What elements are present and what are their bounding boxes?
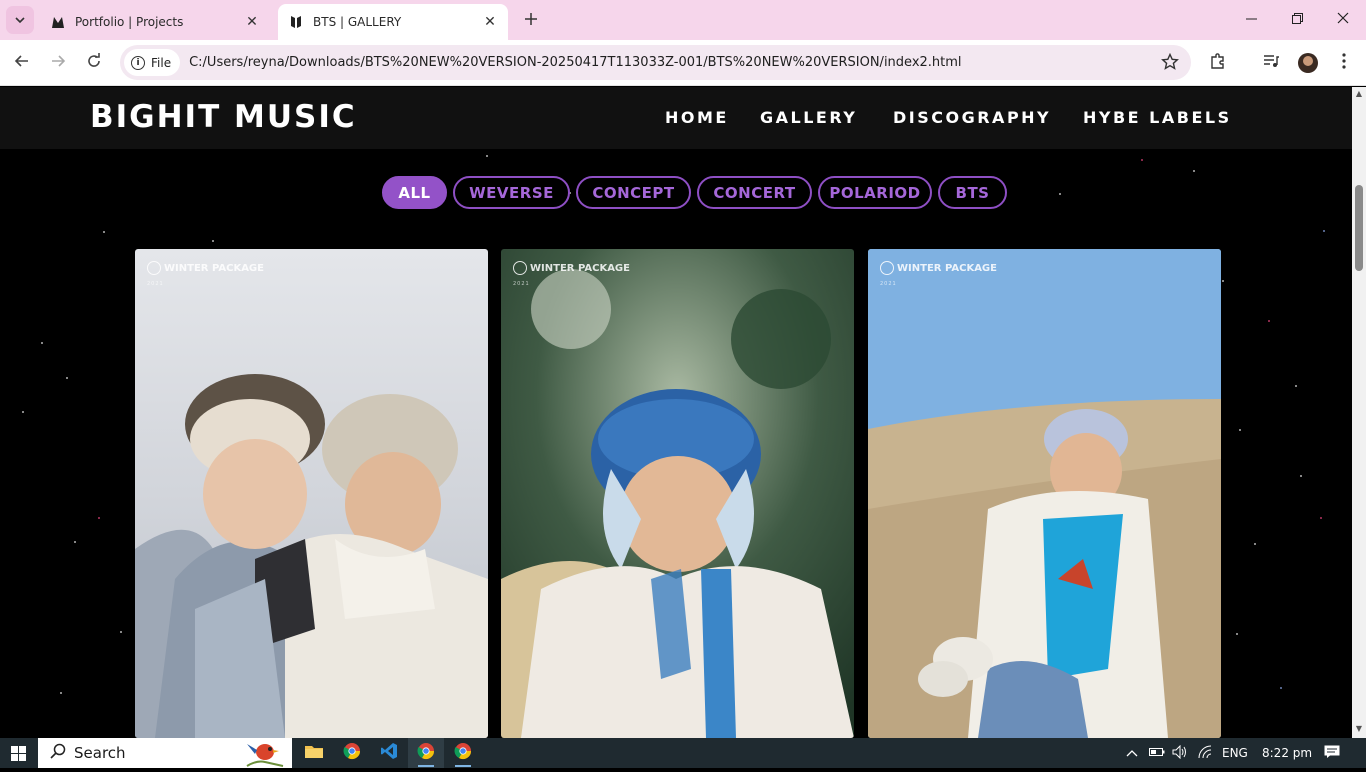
- nav-home[interactable]: HOME: [665, 108, 729, 127]
- filter-concert-button[interactable]: CONCERT: [697, 176, 812, 209]
- watermark-winter-package: WINTER PACKAGE 2021: [513, 261, 630, 287]
- browser-toolbar: i File C:/Users/reyna/Downloads/BTS%20NE…: [0, 40, 1366, 86]
- winter-photo-forest: [501, 249, 854, 738]
- tab-title: Portfolio | Projects: [75, 15, 184, 29]
- tab-title: BTS | GALLERY: [313, 15, 402, 29]
- address-bar[interactable]: i File C:/Users/reyna/Downloads/BTS%20NE…: [120, 45, 1191, 80]
- watermark-winter-package: WINTER PACKAGE 2021: [147, 261, 264, 287]
- more-vertical-icon: [1342, 53, 1346, 73]
- scroll-down-arrow-icon[interactable]: ▼: [1355, 724, 1363, 733]
- puzzle-icon: [1209, 52, 1227, 74]
- taskbar-vscode[interactable]: [371, 738, 407, 768]
- browser-menu-button[interactable]: [1332, 51, 1356, 75]
- minimize-icon: [1245, 12, 1257, 28]
- taskbar-chrome-profile-1[interactable]: [408, 738, 444, 768]
- folder-icon: [304, 743, 324, 763]
- site-header: BIGHIT MUSIC HOME GALLERY DISCOGRAPHY HY…: [0, 87, 1352, 149]
- url-text[interactable]: C:/Users/reyna/Downloads/BTS%20NEW%20VER…: [189, 55, 961, 70]
- gallery-card[interactable]: WINTER PACKAGE 2021: [501, 249, 854, 738]
- info-icon: i: [131, 55, 145, 70]
- filter-concept-button[interactable]: CONCEPT: [576, 176, 691, 209]
- plus-icon: [524, 10, 538, 31]
- chevron-up-icon: [1126, 746, 1138, 760]
- gallery-card[interactable]: WINTER PACKAGE 2021: [135, 249, 488, 738]
- windows-taskbar: Search ENG 8:22 pm: [0, 738, 1366, 768]
- tab-bts-gallery[interactable]: BTS | GALLERY ✕: [278, 4, 508, 40]
- reload-icon: [86, 53, 102, 73]
- tab-portfolio[interactable]: Portfolio | Projects ✕: [40, 4, 270, 40]
- wifi-icon: [1198, 745, 1214, 762]
- windows-start-icon[interactable]: [11, 746, 26, 761]
- filter-bts-button[interactable]: BTS: [938, 176, 1007, 209]
- avatar: [1298, 53, 1318, 73]
- restore-button[interactable]: [1274, 0, 1320, 40]
- browser-tab-bar: Portfolio | Projects ✕ BTS | GALLERY ✕: [0, 0, 1366, 40]
- speaker-icon: [1172, 744, 1188, 762]
- extensions-button[interactable]: [1206, 51, 1230, 75]
- network-button[interactable]: [1198, 738, 1214, 768]
- new-tab-button[interactable]: [520, 9, 542, 31]
- battery-button[interactable]: [1149, 738, 1165, 768]
- search-highlight-bird-icon: [243, 740, 289, 772]
- tab-favicon-icon: [50, 14, 66, 30]
- back-button[interactable]: [10, 51, 34, 75]
- nav-discography[interactable]: DISCOGRAPHY: [893, 108, 1051, 127]
- scroll-up-arrow-icon[interactable]: ▲: [1355, 89, 1363, 98]
- close-icon: [1337, 12, 1349, 28]
- tab-favicon-icon: [288, 14, 304, 30]
- gallery-card[interactable]: WINTER PACKAGE 2021: [868, 249, 1221, 738]
- close-tab-icon[interactable]: ✕: [244, 14, 260, 30]
- chrome-icon: [343, 742, 361, 764]
- vscode-icon: [380, 742, 398, 764]
- tab-search-button[interactable]: [6, 6, 34, 34]
- taskbar-search-label: Search: [74, 744, 126, 762]
- profile-button[interactable]: [1296, 51, 1320, 75]
- chrome-icon: [417, 742, 435, 764]
- restore-icon: [1291, 12, 1303, 28]
- search-icon: [50, 743, 66, 763]
- volume-button[interactable]: [1172, 738, 1188, 768]
- taskbar-chrome-profile-2[interactable]: [445, 738, 481, 768]
- nav-gallery[interactable]: GALLERY: [760, 108, 857, 127]
- reload-button[interactable]: [82, 51, 106, 75]
- minimize-button[interactable]: [1228, 0, 1274, 40]
- gallery-filter-bar: ALL WEVERSE CONCEPT CONCERT POLARIOD BTS: [0, 176, 1352, 210]
- arrow-left-icon: [14, 53, 30, 73]
- battery-icon: [1149, 746, 1165, 760]
- nav-hybe-labels[interactable]: HYBE LABELS: [1083, 108, 1232, 127]
- page-viewport: BIGHIT MUSIC HOME GALLERY DISCOGRAPHY HY…: [0, 87, 1352, 738]
- arrow-right-icon: [50, 53, 66, 73]
- chevron-down-icon: [14, 11, 26, 30]
- close-window-button[interactable]: [1320, 0, 1366, 40]
- chrome-icon: [454, 742, 472, 764]
- notification-icon: [1324, 745, 1340, 762]
- close-tab-icon[interactable]: ✕: [482, 14, 498, 30]
- site-info-chip[interactable]: i File: [124, 49, 181, 76]
- filter-weverse-button[interactable]: WEVERSE: [453, 176, 570, 209]
- taskbar-chrome[interactable]: [334, 738, 370, 768]
- clock[interactable]: 8:22 pm: [1262, 738, 1312, 768]
- forward-button[interactable]: [46, 51, 70, 75]
- media-controls-button[interactable]: [1259, 51, 1283, 75]
- winter-photo-hill: [868, 249, 1221, 738]
- taskbar-file-explorer[interactable]: [296, 738, 332, 768]
- site-logo[interactable]: BIGHIT MUSIC: [90, 99, 357, 135]
- playlist-icon: [1262, 52, 1280, 74]
- scheme-label: File: [151, 55, 172, 70]
- notifications-button[interactable]: [1324, 738, 1340, 768]
- taskbar-search-box[interactable]: Search: [38, 738, 292, 768]
- page-scrollbar[interactable]: ▲ ▼: [1352, 87, 1366, 738]
- filter-polariod-button[interactable]: POLARIOD: [818, 176, 932, 209]
- input-language-indicator[interactable]: ENG: [1222, 738, 1248, 768]
- scrollbar-thumb[interactable]: [1355, 185, 1363, 271]
- winter-photo-snow: [135, 249, 488, 738]
- show-hidden-icons-button[interactable]: [1126, 738, 1138, 768]
- bookmark-star-icon[interactable]: [1161, 52, 1179, 75]
- watermark-winter-package: WINTER PACKAGE 2021: [880, 261, 997, 287]
- filter-all-button[interactable]: ALL: [382, 176, 447, 209]
